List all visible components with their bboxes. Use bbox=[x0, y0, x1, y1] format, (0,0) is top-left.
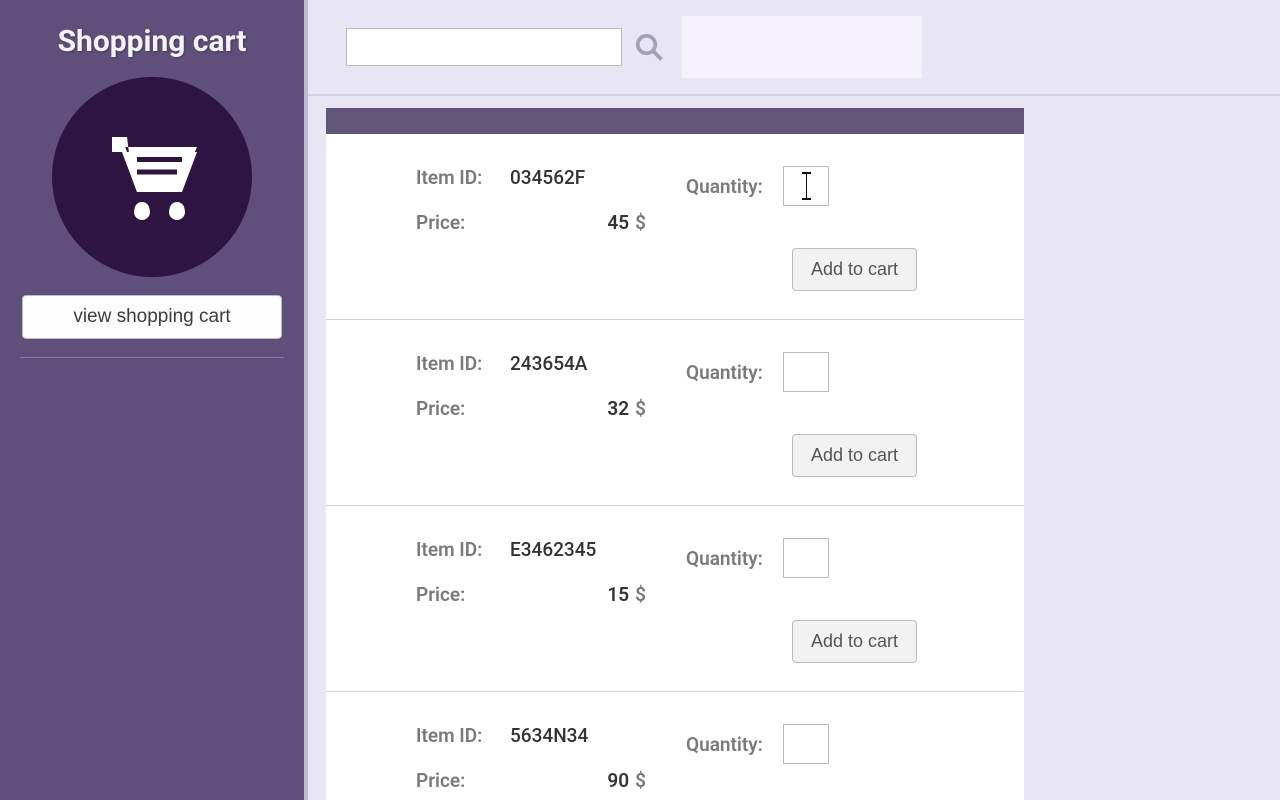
quantity-label: Quantity: bbox=[686, 361, 763, 384]
product-list: Item ID: 034562F Price: 45 $ Quantity: bbox=[326, 108, 1024, 800]
quantity-input[interactable] bbox=[783, 352, 829, 392]
product-row: Item ID: 034562F Price: 45 $ Quantity: bbox=[326, 134, 1024, 320]
cart-icon bbox=[52, 77, 252, 277]
sidebar-title: Shopping cart bbox=[20, 24, 284, 59]
item-id-value: 034562F bbox=[510, 166, 585, 189]
quantity-label: Quantity: bbox=[686, 175, 763, 198]
price-label: Price: bbox=[416, 211, 510, 234]
quantity-label: Quantity: bbox=[686, 733, 763, 756]
price-value: 15 bbox=[607, 583, 629, 606]
item-id-label: Item ID: bbox=[416, 166, 510, 189]
add-to-cart-button[interactable]: Add to cart bbox=[792, 620, 917, 663]
quantity-input[interactable] bbox=[783, 724, 829, 764]
product-row: Item ID: 5634N34 Price: 90 $ Quantity: A… bbox=[326, 692, 1024, 800]
quantity-input[interactable] bbox=[783, 538, 829, 578]
search-row bbox=[308, 0, 1280, 96]
price-label: Price: bbox=[416, 769, 510, 792]
list-headerbar bbox=[326, 108, 1024, 134]
view-cart-button[interactable]: view shopping cart bbox=[22, 295, 282, 339]
item-id-label: Item ID: bbox=[416, 724, 510, 747]
main-area: Item ID: 034562F Price: 45 $ Quantity: bbox=[308, 0, 1280, 800]
product-row: Item ID: 243654A Price: 32 $ Quantity: A… bbox=[326, 320, 1024, 506]
price-label: Price: bbox=[416, 583, 510, 606]
search-button[interactable] bbox=[630, 28, 668, 66]
currency-label: $ bbox=[635, 211, 646, 234]
add-to-cart-button[interactable]: Add to cart bbox=[792, 248, 917, 291]
quantity-input[interactable] bbox=[783, 166, 829, 206]
blank-panel bbox=[682, 16, 922, 78]
item-id-label: Item ID: bbox=[416, 538, 510, 561]
item-id-value: 243654A bbox=[510, 352, 587, 375]
add-to-cart-button[interactable]: Add to cart bbox=[792, 434, 917, 477]
item-id-value: 5634N34 bbox=[510, 724, 588, 747]
price-value: 90 bbox=[607, 769, 629, 792]
price-value: 32 bbox=[607, 397, 629, 420]
price-value: 45 bbox=[607, 211, 629, 234]
currency-label: $ bbox=[635, 397, 646, 420]
quantity-label: Quantity: bbox=[686, 547, 763, 570]
product-row: Item ID: E3462345 Price: 15 $ Quantity: … bbox=[326, 506, 1024, 692]
currency-label: $ bbox=[635, 769, 646, 792]
search-input[interactable] bbox=[346, 28, 622, 66]
search-icon bbox=[634, 32, 664, 62]
item-id-label: Item ID: bbox=[416, 352, 510, 375]
sidebar-divider bbox=[20, 357, 284, 358]
price-label: Price: bbox=[416, 397, 510, 420]
currency-label: $ bbox=[635, 583, 646, 606]
sidebar: Shopping cart view shopping cart bbox=[0, 0, 308, 800]
item-id-value: E3462345 bbox=[510, 538, 596, 561]
